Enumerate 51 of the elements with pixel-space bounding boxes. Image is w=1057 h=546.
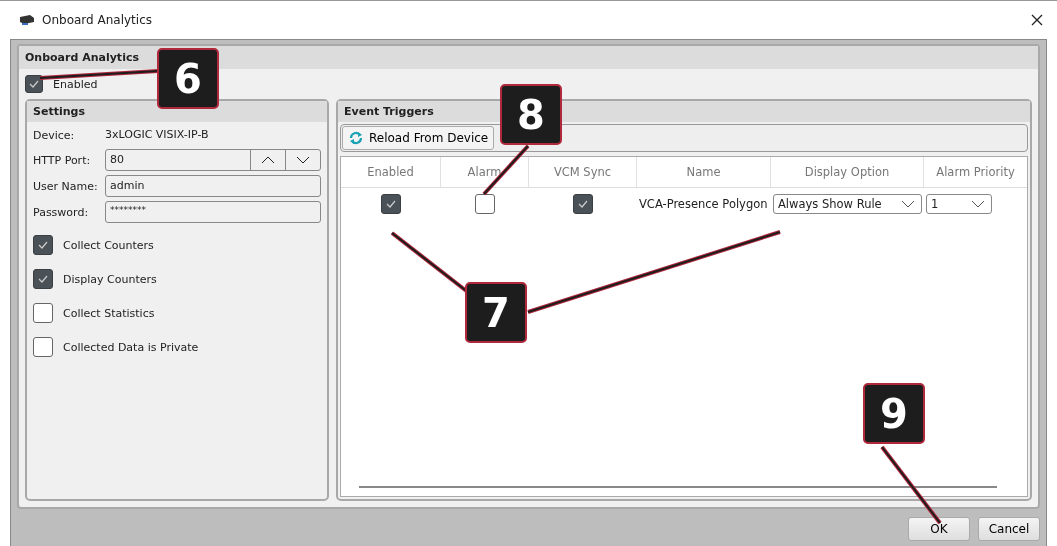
callout-number: 8 xyxy=(500,84,562,145)
reload-button[interactable]: Reload From Device xyxy=(342,126,495,150)
checkbox[interactable] xyxy=(475,194,495,214)
panel-title: Settings xyxy=(33,105,85,118)
panel-title: Event Triggers xyxy=(344,105,434,118)
check-icon xyxy=(28,79,40,89)
checkbox[interactable] xyxy=(381,194,401,214)
column-header[interactable]: VCM Sync xyxy=(529,157,637,187)
dialog-button[interactable]: OK xyxy=(908,517,970,541)
field-label: Device: xyxy=(33,129,76,142)
checkbox[interactable] xyxy=(33,269,53,289)
close-icon[interactable] xyxy=(1031,14,1043,26)
window-title: Onboard Analytics xyxy=(42,13,152,27)
checkbox-label: Collected Data is Private xyxy=(63,340,199,354)
callout-number: 9 xyxy=(863,383,925,444)
column-header[interactable]: Alarm xyxy=(441,157,529,187)
checkbox-label: Collect Statistics xyxy=(63,306,155,320)
check-icon xyxy=(37,274,49,284)
column-header[interactable]: Name xyxy=(637,157,771,187)
column-header[interactable]: Enabled xyxy=(341,157,441,187)
checkbox-label: Enabled xyxy=(53,77,98,91)
enabled-checkbox[interactable] xyxy=(25,75,43,93)
display-option-dropdown[interactable]: Always Show Rule xyxy=(773,194,922,214)
camera-icon xyxy=(18,14,36,26)
checkbox-label: Collect Counters xyxy=(63,238,154,252)
chevron-down-icon xyxy=(971,200,985,208)
checkbox[interactable] xyxy=(33,303,53,323)
device-value: 3xLOGIC VISIX-IP-B xyxy=(105,127,210,143)
dialog-button[interactable]: Cancel xyxy=(978,517,1040,541)
checkbox[interactable] xyxy=(573,194,593,214)
check-icon xyxy=(577,199,589,209)
chevron-down-icon xyxy=(901,200,915,208)
checkbox[interactable] xyxy=(33,337,53,357)
field-label: HTTP Port: xyxy=(33,153,92,167)
column-header[interactable]: Alarm Priority xyxy=(924,157,1027,187)
checkbox-label: Display Counters xyxy=(63,272,157,286)
refresh-icon xyxy=(348,130,364,146)
password-field[interactable]: ******** xyxy=(105,201,321,223)
checkbox[interactable] xyxy=(33,235,53,255)
input-field[interactable]: admin xyxy=(105,175,321,197)
callout-number: 6 xyxy=(157,48,219,109)
priority-dropdown[interactable]: 1 xyxy=(926,194,992,214)
callout-number: 7 xyxy=(465,282,527,343)
table-cell: VCA-Presence Polygon xyxy=(639,197,768,211)
group-title: Onboard Analytics xyxy=(25,51,139,64)
field-label: Password: xyxy=(33,205,90,219)
port-spinner[interactable]: 80 xyxy=(105,149,321,171)
column-header[interactable]: Display Option xyxy=(771,157,924,187)
check-icon xyxy=(385,199,397,209)
field-label: User Name: xyxy=(33,179,99,193)
check-icon xyxy=(37,240,49,250)
